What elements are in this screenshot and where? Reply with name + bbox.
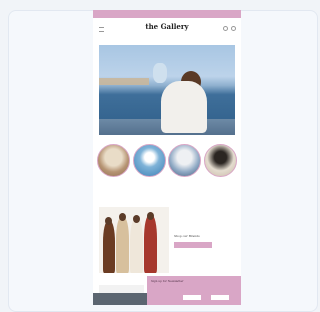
cookie-bar xyxy=(93,293,147,305)
newsletter-popup: Sign up for Newsletter xyxy=(147,276,241,305)
search-icon[interactable] xyxy=(223,26,228,31)
hero-woman xyxy=(161,81,207,133)
mobile-site-preview: the Gallery Shop our Brands xyxy=(93,10,241,305)
model-figure xyxy=(103,221,115,273)
newsletter-button[interactable] xyxy=(183,295,201,300)
model-head xyxy=(147,212,154,220)
category-image[interactable] xyxy=(132,144,166,177)
newsletter-email-input[interactable] xyxy=(151,296,177,299)
site-logo[interactable]: the Gallery xyxy=(93,22,241,31)
top-announcement-bar xyxy=(93,10,241,18)
model-head xyxy=(133,215,140,223)
category-item[interactable] xyxy=(168,144,202,184)
model-figure xyxy=(116,217,129,273)
category-item[interactable] xyxy=(132,144,166,184)
newsletter-button[interactable] xyxy=(211,295,229,300)
category-item[interactable] xyxy=(203,144,237,184)
category-image[interactable] xyxy=(203,144,237,177)
header-icons xyxy=(223,26,236,31)
feature-title: Shop our Brands xyxy=(174,234,200,238)
category-image[interactable] xyxy=(97,144,130,177)
model-head xyxy=(119,213,126,221)
feature-image[interactable] xyxy=(99,207,169,273)
cart-icon[interactable] xyxy=(231,26,236,31)
category-image[interactable] xyxy=(168,144,202,177)
category-item[interactable] xyxy=(97,144,130,184)
hero-town xyxy=(99,78,149,85)
shop-brands-button[interactable] xyxy=(174,242,212,248)
model-head xyxy=(105,217,112,225)
site-header: the Gallery xyxy=(93,18,241,42)
newsletter-title: Sign up for Newsletter xyxy=(151,279,184,283)
hero-image[interactable] xyxy=(99,45,235,135)
model-figure xyxy=(130,219,143,273)
category-row xyxy=(97,144,237,184)
hero-child xyxy=(153,63,167,83)
model-figure xyxy=(144,215,157,273)
